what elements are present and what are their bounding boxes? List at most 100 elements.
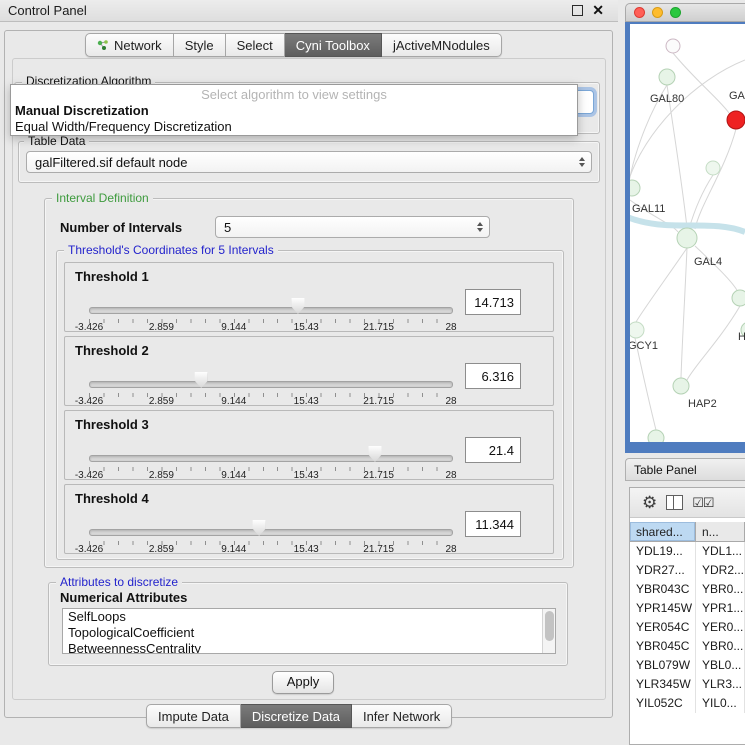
popup-option-manual-discretization[interactable]: Manual Discretization — [11, 103, 577, 119]
table-row[interactable]: YBL079WYBL0... — [630, 656, 745, 675]
column-header-name[interactable]: n... — [696, 522, 745, 542]
threshold-2-value[interactable]: 6.316 — [465, 363, 521, 389]
scale-label: -3.426 — [75, 396, 103, 407]
control-panel-titlebar[interactable]: Control Panel ✕ — [0, 0, 618, 22]
scale-label: 9.144 — [221, 322, 246, 333]
attribute-item[interactable]: SelfLoops — [63, 609, 555, 625]
network-canvas-area[interactable]: GAL80GAGAL11GAL4GCY1HHAP2 — [630, 24, 745, 442]
table-cell[interactable]: YBL079W — [630, 656, 696, 675]
network-canvas[interactable]: GAL80GAGAL11GAL4GCY1HHAP2 — [630, 24, 745, 442]
network-tab-icon — [97, 39, 109, 51]
table-row[interactable]: YDR27...YDR2... — [630, 561, 745, 580]
table-cell[interactable]: YPR1... — [696, 599, 745, 618]
table-cell[interactable]: YER0... — [696, 618, 745, 637]
tab-discretize-data[interactable]: Discretize Data — [241, 704, 352, 728]
select-all-checkbox-icon[interactable]: ☑☑ — [692, 496, 713, 509]
network-node[interactable] — [630, 180, 640, 196]
threshold-3-slider[interactable] — [89, 445, 451, 469]
top-tab-bar: Network Style Select Cyni Toolbox jActiv… — [85, 33, 502, 57]
float-window-icon[interactable] — [572, 5, 583, 16]
table-cell[interactable]: YER054C — [630, 618, 696, 637]
close-icon[interactable]: ✕ — [592, 4, 604, 16]
table-cell[interactable]: YBL0... — [696, 656, 745, 675]
numerical-attributes-label: Numerical Attributes — [60, 590, 187, 605]
network-window-titlebar[interactable] — [625, 3, 745, 22]
table-cell[interactable]: YIL052C — [630, 694, 696, 713]
threshold-1-slider[interactable] — [89, 297, 451, 321]
network-node[interactable] — [666, 39, 680, 53]
table-cell[interactable]: YBR0... — [696, 580, 745, 599]
scale-label: 21.715 — [363, 396, 394, 407]
table-row[interactable]: YIL052CYIL0... — [630, 694, 745, 713]
tab-select[interactable]: Select — [226, 33, 285, 57]
scale-label: 28 — [445, 470, 456, 481]
table-data-combobox[interactable]: galFiltered.sif default node — [26, 151, 592, 173]
slider-track[interactable] — [89, 381, 453, 388]
table-cell[interactable]: YDL19... — [630, 542, 696, 561]
table-row[interactable]: YPR145WYPR1... — [630, 599, 745, 618]
tab-impute-data[interactable]: Impute Data — [146, 704, 241, 728]
apply-button[interactable]: Apply — [272, 671, 334, 694]
slider-track[interactable] — [89, 307, 453, 314]
slider-track[interactable] — [89, 529, 453, 536]
table-row[interactable]: YER054CYER0... — [630, 618, 745, 637]
zoom-traffic-light[interactable] — [670, 7, 681, 18]
number-of-intervals-spinner[interactable]: 5 — [215, 216, 490, 238]
list-scrollbar[interactable] — [542, 609, 555, 653]
network-node[interactable] — [727, 111, 745, 129]
threshold-4-value[interactable]: 11.344 — [465, 511, 521, 537]
thresholds-group-label: Threshold's Coordinates for 5 Intervals — [64, 243, 278, 257]
numerical-attributes-list[interactable]: SelfLoopsTopologicalCoefficientBetweenne… — [62, 608, 556, 654]
network-node[interactable] — [732, 290, 745, 306]
table-cell[interactable]: YBR043C — [630, 580, 696, 599]
gear-icon[interactable]: ⚙ — [642, 494, 657, 511]
slider-track[interactable] — [89, 455, 453, 462]
table-cell[interactable]: YBR0... — [696, 637, 745, 656]
network-node[interactable] — [706, 161, 720, 175]
close-traffic-light[interactable] — [634, 7, 645, 18]
tab-network[interactable]: Network — [85, 33, 174, 57]
scale-label: 21.715 — [363, 470, 394, 481]
table-row[interactable]: YLR345WYLR3... — [630, 675, 745, 694]
popup-placeholder-option[interactable]: Select algorithm to view settings — [11, 87, 577, 103]
tab-style[interactable]: Style — [174, 33, 226, 57]
network-node[interactable] — [677, 228, 697, 248]
table-cell[interactable]: YBR045C — [630, 637, 696, 656]
scrollbar-thumb[interactable] — [545, 611, 554, 641]
network-node[interactable] — [673, 378, 689, 394]
table-row[interactable]: YBR043CYBR0... — [630, 580, 745, 599]
tab-infer-network[interactable]: Infer Network — [352, 704, 452, 728]
columns-icon[interactable] — [666, 495, 683, 510]
number-of-intervals-label: Number of Intervals — [60, 220, 182, 235]
scale-label: 28 — [445, 544, 456, 555]
scale-label: 2.859 — [149, 396, 174, 407]
table-cell[interactable]: YDR2... — [696, 561, 745, 580]
table-cell[interactable]: YLR345W — [630, 675, 696, 694]
popup-option-equal-width[interactable]: Equal Width/Frequency Discretization — [11, 119, 577, 135]
table-panel-header[interactable]: Table Panel — [625, 458, 745, 481]
table-cell[interactable]: YDL1... — [696, 542, 745, 561]
table-row[interactable]: YBR045CYBR0... — [630, 637, 745, 656]
table-cell[interactable]: YPR145W — [630, 599, 696, 618]
table-cell[interactable]: YIL0... — [696, 694, 745, 713]
table-row[interactable]: YDL19...YDL1... — [630, 542, 745, 561]
tab-cyni-toolbox[interactable]: Cyni Toolbox — [285, 33, 382, 57]
minimize-traffic-light[interactable] — [652, 7, 663, 18]
attribute-item[interactable]: TopologicalCoefficient — [63, 625, 555, 641]
scale-label: 9.144 — [221, 396, 246, 407]
table-cell[interactable]: YDR27... — [630, 561, 696, 580]
node-label: GAL11 — [632, 203, 665, 215]
scale-label: 21.715 — [363, 544, 394, 555]
threshold-4-slider[interactable] — [89, 519, 451, 543]
threshold-1-value[interactable]: 14.713 — [465, 289, 521, 315]
network-node[interactable] — [648, 430, 664, 442]
network-node[interactable] — [659, 69, 675, 85]
threshold-2-slider[interactable] — [89, 371, 451, 395]
threshold-3-value[interactable]: 21.4 — [465, 437, 521, 463]
attribute-item[interactable]: BetweennessCentrality — [63, 641, 555, 654]
tab-jactivemnodules[interactable]: jActiveMNodules — [382, 33, 502, 57]
table-cell[interactable]: YLR3... — [696, 675, 745, 694]
scale-label: 15.43 — [294, 544, 319, 555]
column-header-shared-name[interactable]: shared... — [630, 522, 696, 542]
network-node[interactable] — [630, 322, 644, 338]
